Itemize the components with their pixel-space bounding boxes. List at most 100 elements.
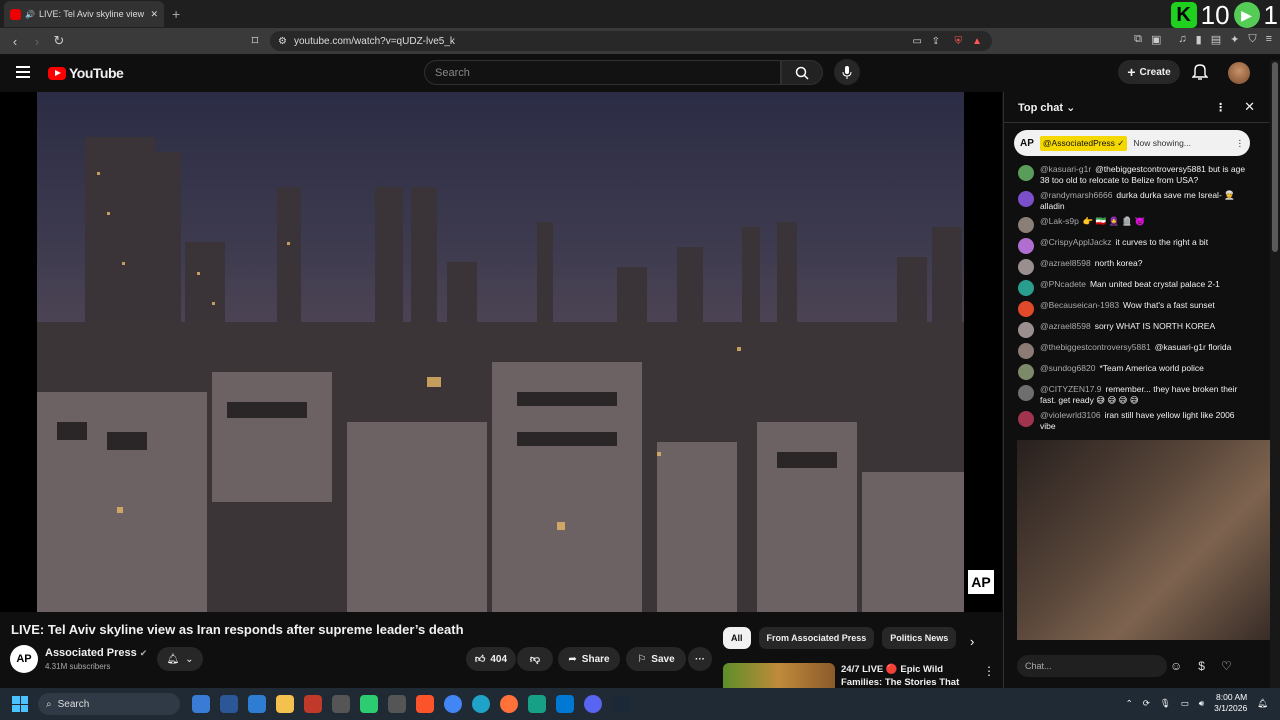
chat-input[interactable]: Chat... (1017, 655, 1167, 677)
chat-message[interactable]: @Lak-s9p 👉 🇮🇷 🧕 🪦 👿 (1004, 214, 1266, 235)
menu-icon[interactable]: ≡ (1266, 33, 1272, 46)
wallet-icon[interactable]: ▤ (1211, 33, 1221, 46)
scrollbar-thumb[interactable] (1272, 62, 1278, 252)
chat-message[interactable]: @azrael8598 sorry WHAT IS NORTH KOREA (1004, 319, 1266, 340)
chat-author[interactable]: @CrispyApplJackz (1040, 237, 1111, 247)
vpn-icon[interactable]: ⛉ (1248, 33, 1256, 46)
sidebar-icon[interactable]: ▮ (1196, 33, 1202, 46)
channel-name[interactable]: Associated Press ✔ (45, 647, 147, 659)
heart-icon[interactable]: ♡ (1221, 659, 1232, 673)
chat-avatar[interactable] (1018, 343, 1034, 359)
install-app-icon[interactable]: ▭ (913, 36, 922, 47)
chat-avatar[interactable] (1018, 411, 1034, 427)
sync-icon[interactable]: ⟳ (1143, 698, 1150, 709)
chat-message[interactable]: @azrael8598 north korea? (1004, 256, 1266, 277)
super-chat-icon[interactable]: $ (1198, 659, 1205, 673)
account-avatar[interactable] (1228, 62, 1250, 84)
chat-author[interactable]: @kasuari-g1r (1040, 164, 1091, 174)
chat-avatar[interactable] (1018, 364, 1034, 380)
chat-more-icon[interactable]: ⋮ (1215, 101, 1226, 114)
voice-search-button[interactable] (834, 59, 860, 85)
create-button[interactable]: + Create (1118, 60, 1180, 84)
brave-shield-icon[interactable]: ⛨ (955, 36, 963, 47)
chip-all[interactable]: All (723, 627, 751, 649)
chip-politics-news[interactable]: Politics News (882, 627, 957, 649)
forward-icon[interactable]: › (26, 34, 48, 49)
windows-start-icon[interactable] (12, 696, 28, 712)
media-icon[interactable]: ♫ (1178, 33, 1186, 46)
discord-icon[interactable] (584, 695, 602, 713)
chat-avatar[interactable] (1018, 238, 1034, 254)
chevron-right-icon[interactable]: › (970, 634, 974, 649)
notification-icon[interactable]: 🔔︎ (1257, 698, 1268, 709)
chat-message[interactable]: @randymarsh6666 durka durka save me Isrea… (1004, 188, 1266, 214)
back-icon[interactable]: ‹ (4, 34, 26, 49)
app-icon[interactable] (220, 695, 238, 713)
network-icon[interactable]: ▭ (1181, 698, 1189, 709)
app-icon[interactable] (304, 695, 322, 713)
chevron-up-icon[interactable]: ⌃ (1126, 698, 1133, 709)
chat-author[interactable]: @azrael8598 (1040, 258, 1091, 268)
extensions-icon[interactable]: ⧉ (1134, 33, 1142, 46)
close-chat-icon[interactable]: ✕ (1244, 99, 1255, 115)
chat-author[interactable]: @Lak-s9p (1040, 216, 1079, 226)
chat-avatar[interactable] (1018, 322, 1034, 338)
app-icon[interactable] (192, 695, 210, 713)
page-scrollbar[interactable] (1270, 60, 1280, 688)
pinned-more-icon[interactable]: ⋮ (1236, 138, 1245, 149)
app-icon[interactable] (360, 695, 378, 713)
pinned-message[interactable]: AP @AssociatedPress ✓ Now showing... ⋮ (1014, 130, 1250, 156)
chat-avatar[interactable] (1018, 385, 1034, 401)
chat-avatar[interactable] (1018, 280, 1034, 296)
chat-author[interactable]: @randymarsh6666 (1040, 190, 1112, 200)
chat-mode-selector[interactable]: Top chat ⌄ (1018, 101, 1075, 114)
search-button[interactable] (781, 60, 823, 85)
steam-icon[interactable] (612, 695, 630, 713)
taskbar-search[interactable]: ⌕ Search (38, 693, 180, 715)
firefox-icon[interactable] (500, 695, 518, 713)
emoji-icon[interactable]: ☺ (1170, 659, 1182, 673)
reload-icon[interactable]: ↻ (48, 33, 70, 49)
chat-author[interactable]: @thebiggestcontroversy5881 (1040, 342, 1151, 352)
site-info-icon[interactable]: ⚙ (278, 36, 287, 47)
chat-author[interactable]: @violewrld3106 (1040, 410, 1101, 420)
chat-avatar[interactable] (1018, 259, 1034, 275)
audio-icon[interactable]: 🔊 (25, 10, 35, 19)
new-tab-button[interactable]: + (172, 6, 180, 22)
brave-rewards-icon[interactable]: ▲ (972, 36, 982, 47)
kebab-menu-icon[interactable]: ⋮ (983, 664, 995, 678)
mic-icon[interactable]: 🎙︎ (1160, 698, 1171, 709)
chat-avatar[interactable] (1018, 301, 1034, 317)
search-input[interactable]: Search (424, 60, 781, 85)
file-explorer-icon[interactable] (276, 695, 294, 713)
menu-icon[interactable] (16, 66, 30, 78)
chat-author[interactable]: @sundog6820 (1040, 363, 1095, 373)
app-icon[interactable] (528, 695, 546, 713)
chat-message[interactable]: @CrispyApplJackz it curves to the right a… (1004, 235, 1266, 256)
chip-from-associated-press[interactable]: From Associated Press (758, 627, 875, 649)
volume-icon[interactable]: 🔊︎ (1199, 698, 1204, 709)
chat-message[interactable]: @thebiggestcontroversy5881 @kasuari-g1r f… (1004, 340, 1266, 361)
video-player[interactable] (37, 92, 964, 612)
chat-author[interactable]: @CITYZEN17.9 (1040, 384, 1102, 394)
tab-search-icon[interactable]: ▣ (1151, 33, 1161, 46)
like-button[interactable]: 👍︎ 404 (466, 647, 516, 671)
clock[interactable]: 8:00 AM 3/1/2026 (1214, 692, 1247, 714)
app-icon[interactable] (388, 695, 406, 713)
chat-message[interactable]: @kasuari-g1r @thebiggestcontroversy5881 b… (1004, 162, 1266, 188)
app-icon[interactable] (332, 695, 350, 713)
browser-tab[interactable]: 🔊 LIVE: Tel Aviv skyline view as I ✕ (4, 1, 164, 27)
bookmark-icon[interactable]: ⌑ (244, 33, 266, 49)
share-button[interactable]: ➦ Share (558, 647, 620, 671)
chat-author[interactable]: @PNcadete (1040, 279, 1086, 289)
chat-avatar[interactable] (1018, 165, 1034, 181)
chat-author[interactable]: @azrael8598 (1040, 321, 1091, 331)
chat-message[interactable]: @sundog6820 *Team America world police (1004, 361, 1266, 382)
chat-message[interactable]: @violewrld3106 iran still have yellow lig… (1004, 408, 1266, 434)
chat-message[interactable]: @Becauseican-1983 Wow that's a fast sunse… (1004, 298, 1266, 319)
share-page-icon[interactable]: ⇪ (932, 36, 940, 47)
chat-message[interactable]: @PNcadete Man united beat crystal palace … (1004, 277, 1266, 298)
more-actions-button[interactable]: ··· (688, 647, 712, 671)
edge-icon[interactable] (472, 695, 490, 713)
chrome-icon[interactable] (444, 695, 462, 713)
